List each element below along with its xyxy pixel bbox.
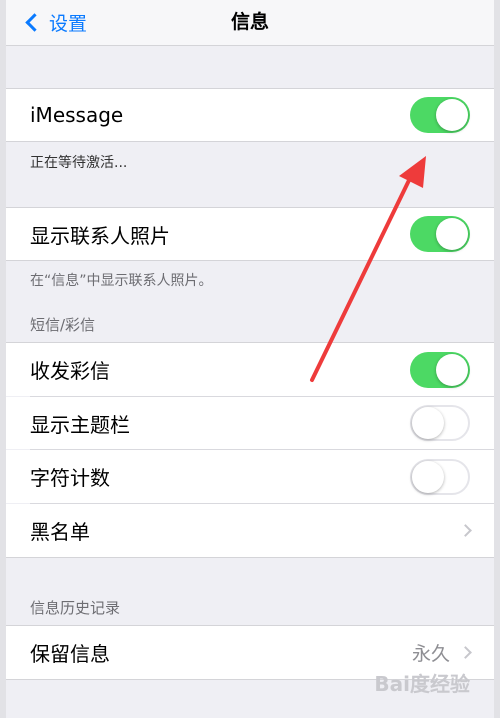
annotation-arrow-icon: [310, 156, 426, 382]
watermark: Bai度经验: [374, 672, 470, 696]
